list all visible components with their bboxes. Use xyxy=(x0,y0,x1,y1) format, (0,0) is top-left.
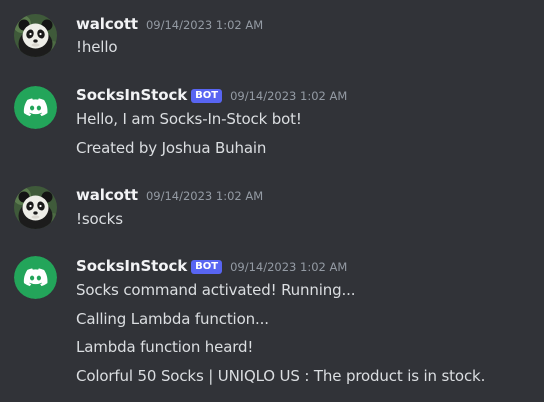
username[interactable]: SocksInStock xyxy=(76,257,187,275)
message-header: walcott 09/14/2023 1:02 AM xyxy=(76,186,263,208)
message-header: walcott 09/14/2023 1:02 AM xyxy=(76,15,263,37)
panda-avatar-icon xyxy=(14,14,57,57)
timestamp[interactable]: 09/14/2023 1:02 AM xyxy=(146,189,263,203)
message-text: !hello xyxy=(76,38,118,56)
timestamp[interactable]: 09/14/2023 1:02 AM xyxy=(230,260,347,274)
message-text: Calling Lambda function... xyxy=(76,310,269,328)
username[interactable]: walcott xyxy=(76,186,138,204)
message-text: !socks xyxy=(76,210,123,228)
discord-logo-icon xyxy=(14,86,57,129)
timestamp[interactable]: 09/14/2023 1:02 AM xyxy=(230,89,347,103)
panda-avatar-icon xyxy=(14,186,57,229)
avatar[interactable] xyxy=(14,256,57,299)
bot-badge: BOT xyxy=(191,260,223,274)
message-text: Colorful 50 Socks | UNIQLO US : The prod… xyxy=(76,367,486,385)
message-text: Hello, I am Socks-In-Stock bot! xyxy=(76,110,302,128)
avatar[interactable] xyxy=(14,14,57,57)
discord-logo-icon xyxy=(14,256,57,299)
message-header: SocksInStock BOT 09/14/2023 1:02 AM xyxy=(76,257,347,279)
chat-messages: walcott 09/14/2023 1:02 AM !hello SocksI… xyxy=(0,0,544,402)
message-text: Socks command activated! Running... xyxy=(76,281,356,299)
message-text: Created by Joshua Buhain xyxy=(76,139,267,157)
avatar[interactable] xyxy=(14,186,57,229)
username[interactable]: walcott xyxy=(76,15,138,33)
message-header: SocksInStock BOT 09/14/2023 1:02 AM xyxy=(76,86,347,108)
username[interactable]: SocksInStock xyxy=(76,86,187,104)
timestamp[interactable]: 09/14/2023 1:02 AM xyxy=(146,18,263,32)
message-text: Lambda function heard! xyxy=(76,338,254,356)
bot-badge: BOT xyxy=(191,89,223,103)
avatar[interactable] xyxy=(14,86,57,129)
